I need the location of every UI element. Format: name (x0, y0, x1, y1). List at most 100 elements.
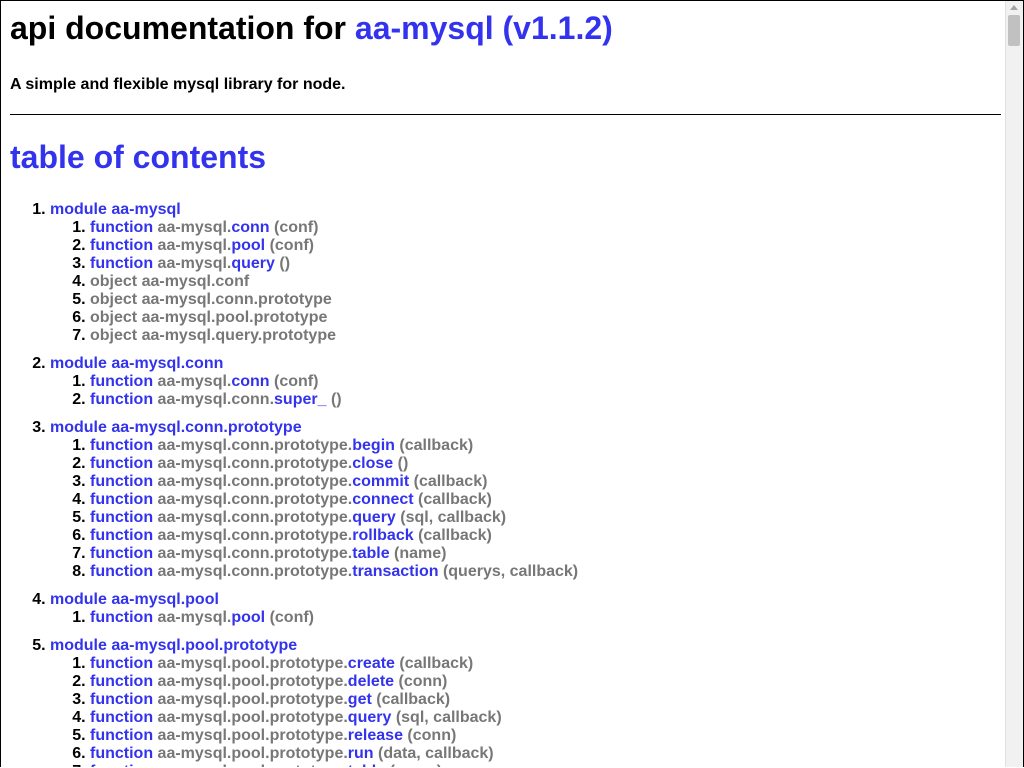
member-name-link[interactable]: run (348, 745, 374, 762)
member-name-link[interactable]: close (352, 455, 393, 472)
member-name-link[interactable]: table (352, 545, 389, 562)
member-args: (callback) (418, 491, 492, 508)
vertical-scrollbar[interactable] (1005, 1, 1023, 767)
toc-member-item: function aa-mysql.pool.prototype.table (… (90, 763, 1001, 767)
member-path: aa-mysql.conn.prototype. (157, 527, 353, 544)
member-args: () (330, 391, 342, 408)
function-keyword-link[interactable]: function (90, 727, 153, 744)
member-path: aa-mysql.conn.prototype. (157, 473, 353, 490)
function-keyword-link[interactable]: function (90, 709, 153, 726)
module-link[interactable]: module aa-mysql.pool (50, 591, 219, 608)
function-keyword-link[interactable]: function (90, 373, 153, 390)
module-link[interactable]: module aa-mysql.conn (50, 355, 223, 372)
toc-member-item: object aa-mysql.query.prototype (90, 327, 1001, 345)
member-args: (querys, callback) (442, 563, 579, 580)
module-link[interactable]: module aa-mysql.conn.prototype (50, 419, 302, 436)
package-description: A simple and flexible mysql library for … (10, 76, 346, 93)
member-name-link[interactable]: get (348, 691, 372, 708)
member-path: aa-mysql.conn. (157, 391, 275, 408)
member-path: aa-mysql.conn.prototype. (157, 437, 353, 454)
member-args: (name) (390, 763, 442, 767)
toc-member-item: function aa-mysql.conn (conf) (90, 219, 1001, 237)
member-name-link[interactable]: commit (352, 473, 409, 490)
member-args: (data, callback) (378, 745, 494, 762)
member-name-link[interactable]: begin (352, 437, 395, 454)
function-keyword-link[interactable]: function (90, 563, 153, 580)
toc-title[interactable]: table of contents (10, 139, 1001, 176)
function-keyword-link[interactable]: function (90, 219, 153, 236)
function-keyword-link[interactable]: function (90, 545, 153, 562)
object-path: aa-mysql.query.prototype (141, 327, 336, 344)
member-name-link[interactable]: query (348, 709, 392, 726)
member-path: aa-mysql. (157, 219, 232, 236)
toc-member-item: object aa-mysql.conf (90, 273, 1001, 291)
object-keyword: object (90, 291, 138, 308)
member-name-link[interactable]: table (348, 763, 385, 767)
function-keyword-link[interactable]: function (90, 255, 153, 272)
member-path: aa-mysql.pool.prototype. (158, 763, 348, 767)
member-name-link[interactable]: rollback (352, 527, 413, 544)
function-keyword-link[interactable]: function (90, 491, 153, 508)
member-args: () (279, 255, 291, 272)
object-keyword: object (90, 309, 138, 326)
module-link[interactable]: module aa-mysql (50, 201, 181, 218)
function-keyword-link[interactable]: function (90, 609, 153, 626)
function-keyword-link[interactable]: function (90, 691, 153, 708)
toc-member-item: function aa-mysql.pool.prototype.create … (90, 655, 1001, 673)
member-path: aa-mysql.conn.prototype. (157, 509, 353, 526)
member-path: aa-mysql.conn.prototype. (157, 545, 353, 562)
toc-module-list: module aa-mysqlfunction aa-mysql.conn (c… (10, 201, 1001, 767)
member-args: (callback) (399, 437, 474, 454)
object-keyword: object (90, 327, 138, 344)
main-content: api documentation for aa-mysql (v1.1.2) … (10, 1, 1001, 767)
toc-member-item: function aa-mysql.conn.prototype.query (… (90, 509, 1001, 527)
member-name-link[interactable]: query (231, 255, 275, 272)
toc-member-item: function aa-mysql.conn.prototype.rollbac… (90, 527, 1001, 545)
scroll-up-arrow-icon[interactable] (1010, 5, 1018, 10)
function-keyword-link[interactable]: function (90, 509, 153, 526)
toc-member-item: object aa-mysql.pool.prototype (90, 309, 1001, 327)
object-path: aa-mysql.pool.prototype (141, 309, 328, 326)
member-args: (sql, callback) (395, 709, 502, 726)
member-name-link[interactable]: query (352, 509, 396, 526)
member-args: (callback) (418, 527, 492, 544)
member-name-link[interactable]: pool (231, 609, 265, 626)
function-keyword-link[interactable]: function (90, 473, 153, 490)
member-path: aa-mysql. (157, 255, 232, 272)
toc-member-list: function aa-mysql.pool.prototype.create … (50, 655, 1001, 767)
module-link[interactable]: module aa-mysql.pool.prototype (50, 637, 297, 654)
toc-member-item: function aa-mysql.pool.prototype.run (da… (90, 745, 1001, 763)
function-keyword-link[interactable]: function (90, 655, 153, 672)
member-name-link[interactable]: pool (231, 237, 265, 254)
function-keyword-link[interactable]: function (90, 745, 153, 762)
function-keyword-link[interactable]: function (90, 437, 153, 454)
member-name-link[interactable]: conn (231, 373, 269, 390)
package-link[interactable]: aa-mysql (v1.1.2) (355, 10, 613, 46)
member-name-link[interactable]: create (348, 655, 395, 672)
toc-member-item: function aa-mysql.pool.prototype.delete … (90, 673, 1001, 691)
toc-module-item: module aa-mysql.pool.prototypefunction a… (50, 637, 1001, 767)
toc-member-item: function aa-mysql.pool.prototype.query (… (90, 709, 1001, 727)
member-name-link[interactable]: super_ (274, 391, 326, 408)
function-keyword-link[interactable]: function (90, 673, 153, 690)
function-keyword-link[interactable]: function (90, 455, 153, 472)
toc-module-item: module aa-mysql.conn.prototypefunction a… (50, 419, 1001, 581)
toc-module-item: module aa-mysql.poolfunction aa-mysql.po… (50, 591, 1001, 627)
divider (10, 114, 1001, 115)
member-name-link[interactable]: connect (352, 491, 413, 508)
object-path: aa-mysql.conn.prototype (141, 291, 332, 308)
member-name-link[interactable]: delete (348, 673, 394, 690)
member-path: aa-mysql.pool.prototype. (157, 709, 348, 726)
function-keyword-link[interactable]: function (90, 763, 153, 767)
function-keyword-link[interactable]: function (90, 391, 153, 408)
function-keyword-link[interactable]: function (90, 527, 153, 544)
scrollbar-thumb[interactable] (1008, 15, 1020, 46)
toc-member-item: function aa-mysql.pool.prototype.release… (90, 727, 1001, 745)
member-name-link[interactable]: transaction (352, 563, 438, 580)
object-keyword: object (90, 273, 138, 290)
function-keyword-link[interactable]: function (90, 237, 153, 254)
member-path: aa-mysql.conn.prototype. (157, 563, 353, 580)
member-name-link[interactable]: release (348, 727, 403, 744)
toc-member-item: function aa-mysql.query () (90, 255, 1001, 273)
member-name-link[interactable]: conn (231, 219, 269, 236)
